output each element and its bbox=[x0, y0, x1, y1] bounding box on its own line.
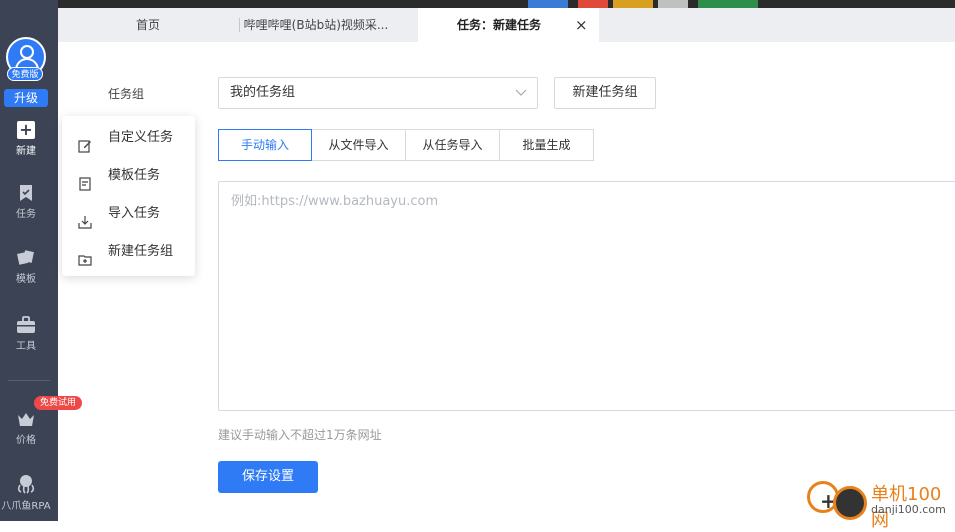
new-task-group-button[interactable]: 新建任务组 bbox=[554, 77, 656, 109]
desktop-strip bbox=[58, 0, 955, 8]
new-menu-flyout: 自定义任务 模板任务 导入任务 新建任务组 bbox=[62, 116, 195, 276]
tab-import-task[interactable]: 从任务导入 bbox=[405, 129, 500, 161]
task-group-select[interactable]: 我的任务组 bbox=[218, 77, 538, 109]
template-icon bbox=[0, 249, 52, 267]
sidebar-item-template[interactable]: 模板 bbox=[0, 249, 52, 285]
sidebar-item-label: 新建 bbox=[16, 146, 36, 157]
upgrade-button[interactable]: 升级 bbox=[4, 89, 48, 107]
sidebar-item-rpa[interactable]: 八爪鱼RPA bbox=[0, 474, 52, 512]
plus-icon: + bbox=[17, 121, 35, 139]
template-doc-icon bbox=[78, 169, 92, 191]
bookmark-icon bbox=[0, 184, 52, 202]
sidebar-item-label: 工具 bbox=[16, 341, 36, 352]
tab-batch-generate[interactable]: 批量生成 bbox=[499, 129, 594, 161]
select-value: 我的任务组 bbox=[230, 85, 296, 100]
watermark-logo-ring bbox=[833, 486, 867, 520]
tab-bar: 首页 哔哩哔哩(B站b站)视频采... 任务：新建任务 × bbox=[58, 8, 955, 42]
menu-item-label: 新建任务组 bbox=[108, 244, 174, 259]
menu-item-label: 自定义任务 bbox=[108, 130, 174, 145]
menu-item-new-task-group[interactable]: 新建任务组 bbox=[62, 233, 195, 271]
left-sidebar: 免费版 升级 + 新建 任务 模板 工具 价格 八爪鱼RPA bbox=[0, 0, 58, 521]
sidebar-item-label: 任务 bbox=[16, 209, 36, 220]
crown-icon bbox=[0, 410, 52, 428]
tab-label: 任务：新建任务 bbox=[457, 18, 542, 32]
sidebar-item-label: 模板 bbox=[16, 274, 36, 285]
tab-home[interactable]: 首页 bbox=[58, 8, 238, 42]
task-group-label: 任务组 bbox=[108, 87, 145, 101]
edit-icon bbox=[78, 131, 92, 153]
close-icon[interactable]: × bbox=[575, 8, 589, 42]
free-trial-badge: 免费试用 bbox=[34, 396, 82, 410]
watermark-en: danji100.com bbox=[871, 503, 946, 516]
tab-bilibili[interactable]: 哔哩哔哩(B站b站)视频采... bbox=[240, 8, 392, 42]
free-edition-tag: 免费版 bbox=[7, 67, 43, 81]
input-hint: 建议手动输入不超过1万条网址 bbox=[218, 428, 382, 442]
sidebar-item-label: 价格 bbox=[16, 435, 36, 446]
toolbox-icon bbox=[0, 316, 52, 334]
tab-import-file[interactable]: 从文件导入 bbox=[311, 129, 406, 161]
save-settings-button[interactable]: 保存设置 bbox=[218, 461, 318, 493]
sidebar-divider bbox=[8, 380, 50, 381]
chevron-down-icon bbox=[515, 78, 527, 120]
sidebar-item-price[interactable]: 价格 bbox=[0, 410, 52, 446]
menu-item-custom-task[interactable]: 自定义任务 bbox=[62, 119, 195, 157]
menu-item-template-task[interactable]: 模板任务 bbox=[62, 157, 195, 195]
url-placeholder: 例如:https://www.bazhuayu.com bbox=[231, 194, 439, 209]
sidebar-item-tools[interactable]: 工具 bbox=[0, 316, 52, 352]
tab-new-task[interactable]: 任务：新建任务 × bbox=[418, 8, 599, 42]
sidebar-item-task[interactable]: 任务 bbox=[0, 184, 52, 220]
folder-plus-icon bbox=[78, 245, 92, 266]
menu-item-label: 导入任务 bbox=[108, 206, 161, 221]
url-input[interactable]: 例如:https://www.bazhuayu.com bbox=[218, 181, 955, 411]
import-icon bbox=[78, 207, 92, 229]
tab-manual-input[interactable]: 手动输入 bbox=[218, 129, 312, 161]
menu-item-import-task[interactable]: 导入任务 bbox=[62, 195, 195, 233]
watermark: + 单机100网 danji100.com bbox=[805, 478, 955, 531]
octopus-icon bbox=[0, 474, 52, 494]
sidebar-item-new[interactable]: + 新建 bbox=[0, 121, 52, 158]
sidebar-item-label: 八爪鱼RPA bbox=[1, 501, 51, 512]
menu-item-label: 模板任务 bbox=[108, 168, 161, 183]
